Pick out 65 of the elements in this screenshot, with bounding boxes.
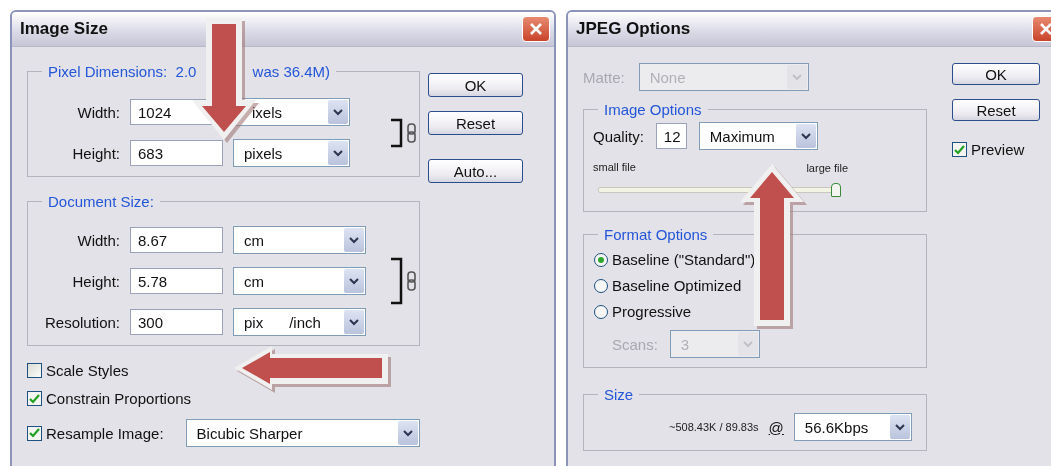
group-heading: was 36.4M)	[252, 63, 331, 80]
radio-label: Baseline Optimized	[612, 277, 742, 294]
slider-min-label: small file	[593, 161, 636, 173]
number-field[interactable]: 8.67	[130, 227, 223, 253]
dialog-button[interactable]: Reset	[428, 111, 523, 135]
group-heading: Document Size:	[48, 193, 154, 210]
chevron-down-icon	[333, 108, 343, 116]
checkbox[interactable]	[27, 391, 42, 406]
unit-dropdown[interactable]: pixels	[233, 139, 350, 167]
group-heading: Format Options	[604, 226, 708, 243]
checkbox-label: Resample Image:	[46, 424, 164, 442]
close-button[interactable]	[522, 16, 550, 42]
resample-dropdown[interactable]: Bicubic Sharper	[185, 419, 420, 447]
chevron-down-icon	[791, 73, 802, 81]
quality-dropdown[interactable]: Maximum	[698, 122, 818, 150]
field-label: Width:	[76, 231, 120, 249]
unit-dropdown[interactable]: cm	[233, 226, 366, 254]
radio-button[interactable]	[594, 304, 608, 319]
checkbox[interactable]	[27, 425, 42, 441]
chevron-down-icon	[349, 277, 359, 285]
dialog-button[interactable]: OK	[952, 63, 1040, 85]
chevron-down-icon	[333, 149, 343, 157]
radio-label: Baseline ("Standard")	[612, 251, 756, 268]
chevron-down-icon	[349, 236, 359, 244]
field-label: Scans:	[612, 335, 658, 353]
field-label: Resolution:	[43, 313, 120, 331]
group-heading: Size	[604, 386, 634, 403]
number-field[interactable]: 683	[130, 140, 223, 166]
at-label: @	[768, 418, 784, 436]
radio-label: Progressive	[612, 303, 692, 320]
number-field[interactable]: 300	[130, 309, 223, 335]
radio-button[interactable]	[594, 278, 608, 293]
chevron-down-icon	[800, 132, 811, 140]
close-icon	[529, 22, 543, 36]
window-title: Image Size	[20, 19, 108, 39]
window-title: JPEG Options	[576, 19, 691, 39]
field-label: Matte:	[583, 68, 625, 86]
chevron-down-icon	[894, 423, 905, 431]
chevron-down-icon	[402, 429, 413, 437]
checkbox-label: Scale Styles	[46, 362, 129, 379]
speed-dropdown[interactable]: 56.6Kbps	[793, 413, 912, 441]
field-label: Height:	[71, 144, 120, 162]
chevron-down-icon	[742, 340, 753, 348]
size-estimate: ~508.43K / 89.83s	[669, 421, 759, 433]
group-heading: Image Options	[604, 101, 702, 118]
chevron-down-icon	[349, 318, 359, 326]
dialog-button[interactable]: Reset	[952, 99, 1040, 121]
slider-max-label: large file	[806, 162, 848, 174]
field-label: Height:	[71, 272, 120, 290]
field-label: Width:	[76, 103, 120, 121]
unit-dropdown[interactable]: cm	[233, 267, 366, 295]
radio-button[interactable]	[594, 252, 608, 267]
dialog-button[interactable]: Auto...	[428, 159, 523, 183]
slider-thumb[interactable]	[831, 183, 841, 197]
dialog-button[interactable]: OK	[428, 73, 523, 97]
checkbox-label: Preview	[971, 141, 1025, 158]
field-label: Quality:	[593, 127, 644, 145]
number-field[interactable]: 5.78	[130, 268, 223, 294]
group-heading: Pixel Dimensions: 2.0	[48, 63, 198, 80]
checkbox-label: Constrain Proportions	[46, 390, 192, 407]
close-icon	[1039, 22, 1051, 36]
quality-field[interactable]: 12	[655, 123, 687, 149]
unit-dropdown[interactable]: pix /inch	[233, 308, 366, 336]
checkbox[interactable]	[952, 142, 967, 157]
checkbox[interactable]	[27, 363, 42, 378]
